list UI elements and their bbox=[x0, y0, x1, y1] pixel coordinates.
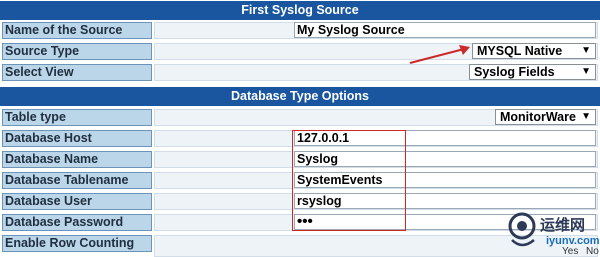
table-type-select[interactable]: MonitorWare ▼ bbox=[495, 109, 596, 125]
dropdown-arrow-icon: ▼ bbox=[581, 66, 591, 77]
dropdown-arrow-icon: ▼ bbox=[581, 111, 591, 122]
select-view-selected-label: Syslog Fields bbox=[474, 65, 555, 79]
label-database-name: Database Name bbox=[2, 151, 152, 168]
source-type-selected-label: MYSQL Native bbox=[477, 44, 563, 58]
label-enable-row-counting: Enable Row Counting bbox=[2, 235, 152, 252]
label-database-host: Database Host bbox=[2, 130, 152, 147]
label-name-of-source: Name of the Source bbox=[2, 22, 152, 39]
watermark-url: iyunv.com bbox=[546, 235, 600, 247]
database-host-input[interactable]: 127.0.0.1 bbox=[294, 130, 596, 146]
watermark-text: 运维网 bbox=[540, 217, 586, 234]
section-header-first-syslog-source: First Syslog Source bbox=[0, 1, 600, 20]
dropdown-arrow-icon: ▼ bbox=[581, 45, 591, 56]
database-tablename-input[interactable]: SystemEvents bbox=[294, 172, 596, 188]
label-table-type: Table type bbox=[2, 109, 152, 126]
source-type-select[interactable]: MYSQL Native ▼ bbox=[472, 43, 596, 59]
label-source-type: Source Type bbox=[2, 43, 152, 60]
label-select-view: Select View bbox=[2, 64, 152, 81]
label-database-tablename: Database Tablename bbox=[2, 172, 152, 189]
section-header-database-type-options: Database Type Options bbox=[0, 87, 600, 106]
label-database-password: Database Password bbox=[2, 214, 152, 231]
syslog-source-form: First Syslog Source Name of the Source M… bbox=[0, 0, 600, 257]
select-view-select[interactable]: Syslog Fields ▼ bbox=[469, 64, 596, 80]
database-user-input[interactable]: rsyslog bbox=[294, 193, 596, 209]
database-name-input[interactable]: Syslog bbox=[294, 151, 596, 167]
label-database-user: Database User bbox=[2, 193, 152, 210]
annotation-arrow-icon bbox=[409, 45, 470, 64]
table-type-selected-label: MonitorWare bbox=[500, 110, 576, 124]
